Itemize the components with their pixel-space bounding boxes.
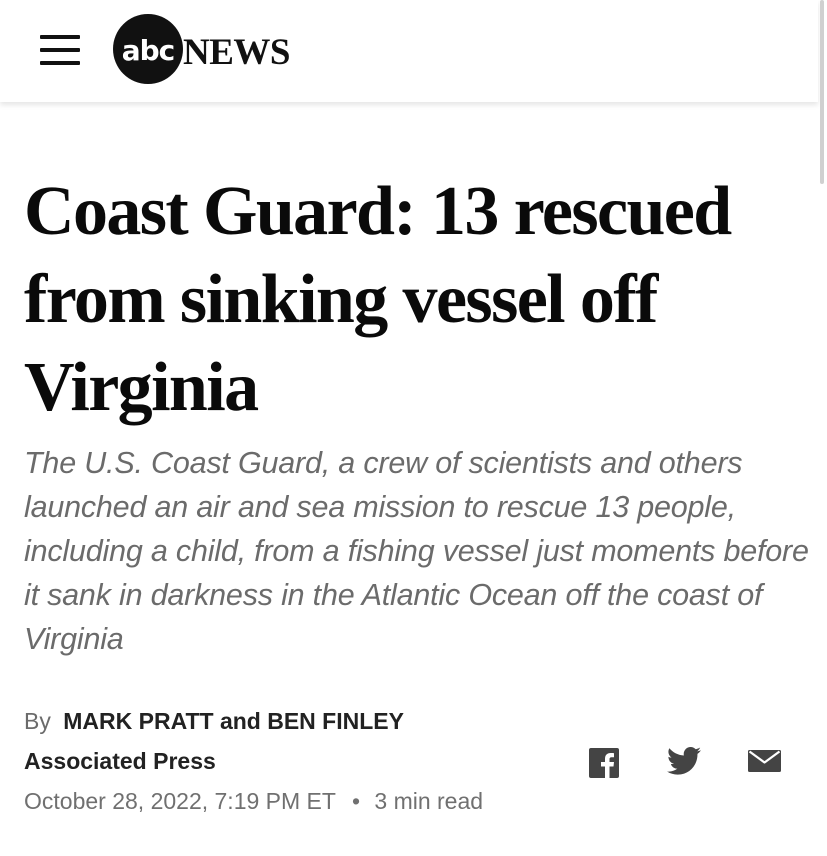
email-icon[interactable] xyxy=(748,746,781,780)
byline: By MARK PRATT and BEN FINLEY xyxy=(24,706,404,736)
logo-abc-text: abc xyxy=(122,34,175,67)
menu-bar xyxy=(40,61,80,65)
facebook-icon[interactable] xyxy=(589,746,619,780)
site-header: abc NEWS xyxy=(0,0,818,102)
read-time: 3 min read xyxy=(374,788,484,814)
article-headline: Coast Guard: 13 rescued from sinking ves… xyxy=(24,173,732,426)
scrollbar[interactable] xyxy=(820,0,824,184)
byline-authors[interactable]: MARK PRATT and BEN FINLEY xyxy=(63,708,404,734)
dateline-separator: • xyxy=(351,788,360,814)
logo-news-text: NEWS xyxy=(183,32,290,73)
article-page: abc NEWS Coast Guard: 13 rescued from si… xyxy=(0,0,827,856)
twitter-icon[interactable] xyxy=(667,746,701,780)
menu-bar xyxy=(40,35,80,39)
article-dek: The U.S. Coast Guard, a crew of scientis… xyxy=(24,446,809,656)
menu-bar xyxy=(40,48,80,52)
byline-prefix: By xyxy=(24,708,51,734)
dateline: October 28, 2022, 7:19 PM ET • 3 min rea… xyxy=(24,786,483,816)
article-source: Associated Press xyxy=(24,748,216,774)
menu-button[interactable] xyxy=(36,28,84,68)
abc-logo-circle: abc xyxy=(113,14,183,84)
publish-date: October 28, 2022, 7:19 PM ET xyxy=(24,788,336,814)
abc-news-logo[interactable]: abc NEWS xyxy=(111,14,341,84)
